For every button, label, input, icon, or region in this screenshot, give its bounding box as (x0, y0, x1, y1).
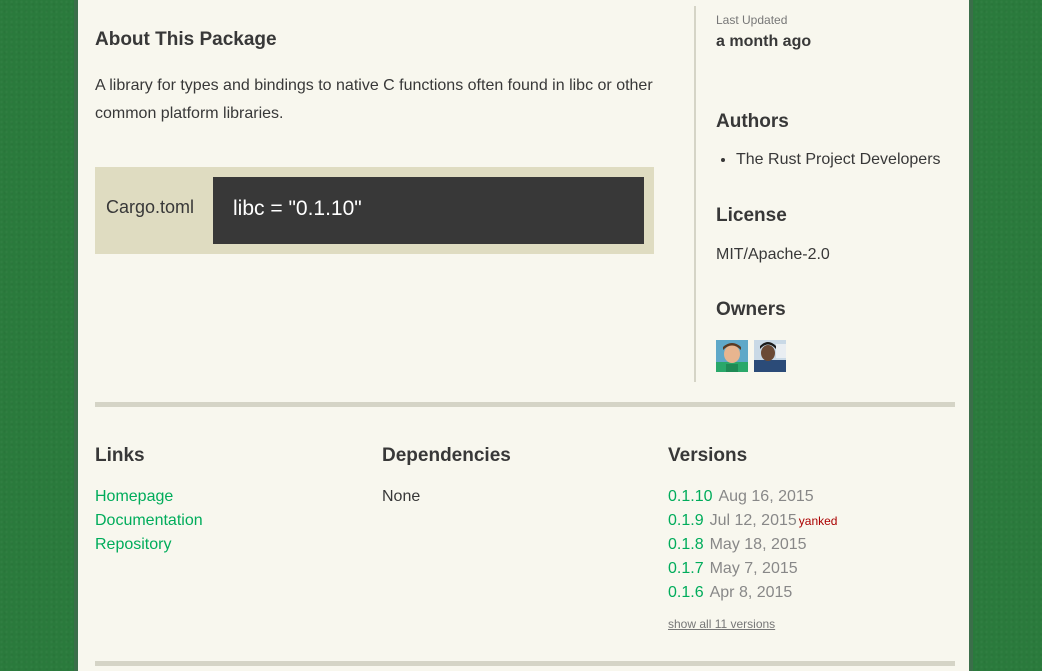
dependencies-title: Dependencies (382, 445, 511, 466)
owners-title: Owners (716, 299, 786, 320)
author-item: The Rust Project Developers (736, 151, 941, 169)
links-title: Links (95, 445, 145, 466)
documentation-link[interactable]: Documentation (95, 509, 203, 533)
owners-list (716, 340, 786, 372)
avatar-icon (716, 340, 748, 372)
dependencies-section: Dependencies None (382, 445, 511, 509)
version-date: Apr 8, 2015 (709, 584, 793, 601)
version-date: Aug 16, 2015 (718, 488, 814, 505)
version-link[interactable]: 0.1.7 (668, 560, 704, 577)
owner-avatar-2[interactable] (754, 340, 786, 372)
authors-list: The Rust Project Developers (716, 151, 941, 169)
license-value: MIT/Apache-2.0 (716, 246, 830, 263)
dependencies-none: None (382, 488, 421, 505)
install-label: Cargo.toml (106, 197, 195, 217)
version-date: May 18, 2015 (709, 536, 807, 553)
avatar-icon (754, 340, 786, 372)
version-row: 0.1.7 May 7, 2015 (668, 557, 837, 581)
about-title: About This Package (95, 29, 277, 50)
version-date: Jul 12, 2015 (709, 512, 797, 529)
version-link[interactable]: 0.1.8 (668, 536, 704, 553)
sidebar-divider (694, 6, 696, 382)
package-description: A library for types and bindings to nati… (95, 77, 653, 122)
version-link[interactable]: 0.1.6 (668, 584, 704, 601)
version-date: May 7, 2015 (709, 560, 798, 577)
section-divider-bottom (95, 661, 955, 666)
versions-section: Versions 0.1.10 Aug 16, 2015 0.1.9 Jul 12,… (668, 445, 837, 631)
show-all-versions-link[interactable]: show all 11 versions (668, 617, 837, 631)
version-row: 0.1.6 Apr 8, 2015 (668, 581, 837, 605)
install-box: Cargo.toml libc = "0.1.10" (95, 167, 654, 254)
last-updated-label: Last Updated (716, 13, 788, 27)
versions-title: Versions (668, 445, 748, 466)
version-row: 0.1.8 May 18, 2015 (668, 533, 837, 557)
last-updated-value: a month ago (716, 33, 812, 50)
version-row: 0.1.10 Aug 16, 2015 (668, 485, 837, 509)
version-link[interactable]: 0.1.9 (668, 512, 704, 529)
package-page: About This Package A library for types a… (74, 0, 973, 671)
links-section: Links Homepage Documentation Repository (95, 445, 203, 557)
version-row: 0.1.9 Jul 12, 2015 yanked (668, 509, 837, 533)
homepage-link[interactable]: Homepage (95, 485, 203, 509)
version-link[interactable]: 0.1.10 (668, 488, 712, 505)
authors-title: Authors (716, 111, 789, 132)
license-title: License (716, 205, 787, 226)
repository-link[interactable]: Repository (95, 533, 203, 557)
owner-avatar-1[interactable] (716, 340, 748, 372)
section-divider-top (95, 402, 955, 407)
yanked-badge: yanked (798, 514, 838, 528)
install-code[interactable]: libc = "0.1.10" (213, 177, 644, 244)
